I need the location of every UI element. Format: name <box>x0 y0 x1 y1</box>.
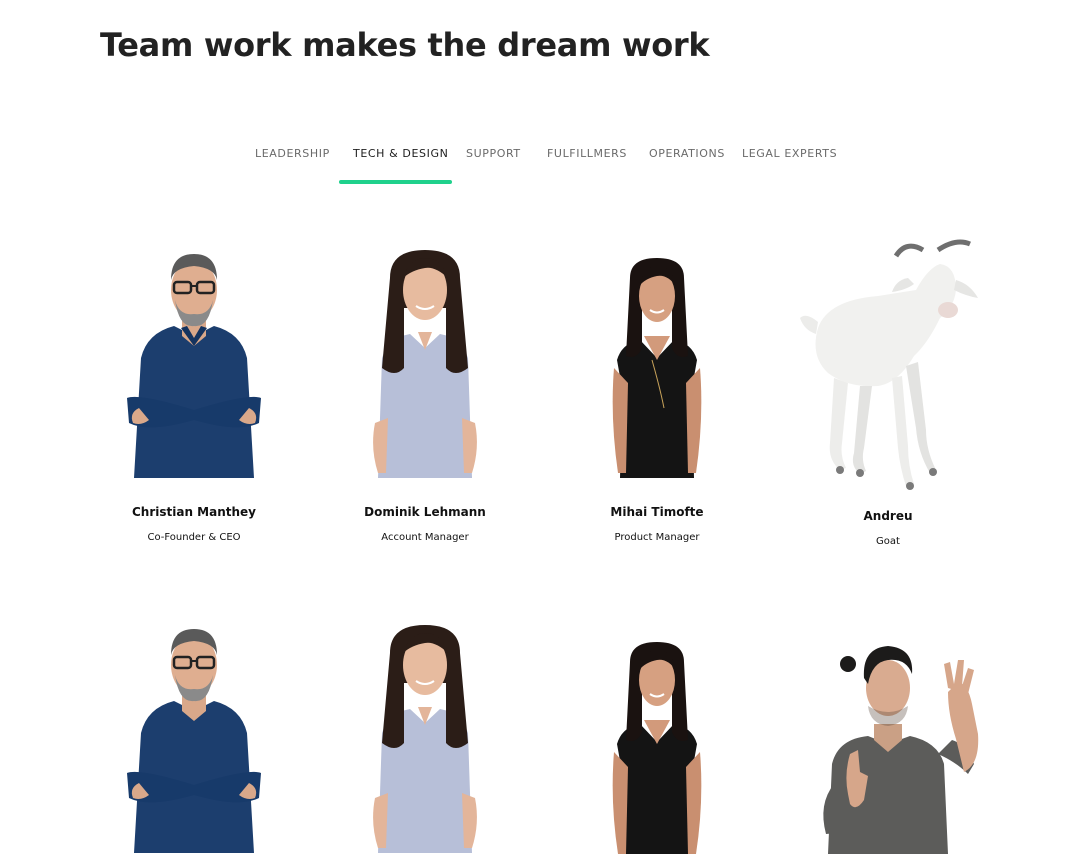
team-member-card[interactable]: Dominik Lehmann Account Manager <box>325 248 525 558</box>
woman-shirt-photo <box>373 250 477 478</box>
page-title: Team work makes the dream work <box>100 26 710 64</box>
tab-operations[interactable]: OPERATIONS <box>649 147 725 160</box>
woman-shirt-photo <box>373 625 477 853</box>
man-glasses-photo <box>127 254 261 478</box>
goat-photo <box>800 239 978 490</box>
team-member-card[interactable] <box>557 632 757 854</box>
team-member-card[interactable]: Andreu Goat <box>788 238 988 558</box>
team-member-card[interactable] <box>325 622 525 854</box>
member-name: Christian Manthey <box>131 505 256 519</box>
team-member-card[interactable] <box>788 644 988 854</box>
active-tab-indicator <box>339 180 452 184</box>
team-member-card[interactable]: Mihai Timofte Product Manager <box>557 248 757 558</box>
woman-black-top-photo <box>612 258 702 478</box>
team-member-card[interactable] <box>94 622 294 854</box>
tab-fulfillmers[interactable]: FULFILLMERS <box>547 147 627 160</box>
member-role: Co-Founder & CEO <box>147 532 241 543</box>
member-role: Goat <box>876 536 900 547</box>
member-name: Andreu <box>863 509 913 523</box>
member-name: Mihai Timofte <box>610 505 704 519</box>
tab-support[interactable]: SUPPORT <box>466 147 521 160</box>
tab-tech-design[interactable]: TECH & DESIGN <box>353 147 448 160</box>
member-role: Account Manager <box>381 532 469 543</box>
man-waving-photo <box>823 646 979 854</box>
member-name: Dominik Lehmann <box>364 505 486 519</box>
team-member-card[interactable]: Christian Manthey Co-Founder & CEO <box>94 248 294 558</box>
tab-legal-experts[interactable]: LEGAL EXPERTS <box>742 147 837 160</box>
team-tabs: LEADERSHIP TECH & DESIGN SUPPORT FULFILL… <box>0 147 1083 187</box>
woman-black-top-photo <box>612 642 702 854</box>
man-glasses-photo <box>127 629 261 853</box>
member-role: Product Manager <box>614 532 700 543</box>
tab-leadership[interactable]: LEADERSHIP <box>255 147 330 160</box>
